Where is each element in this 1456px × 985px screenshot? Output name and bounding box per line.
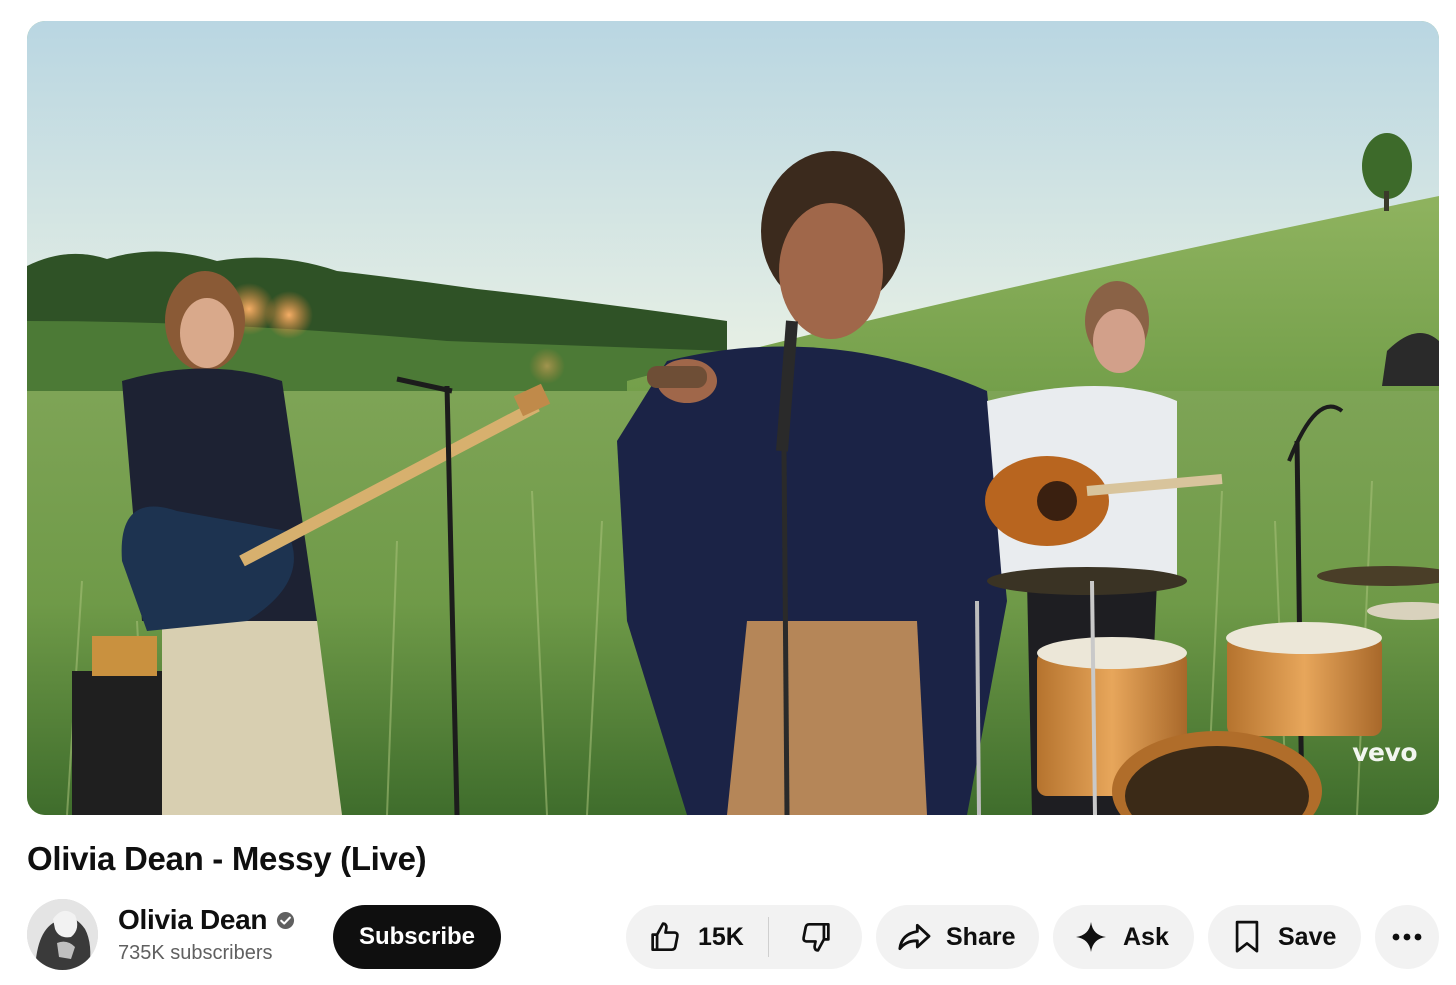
like-dislike-group: 15K bbox=[626, 905, 862, 969]
verified-badge-icon bbox=[277, 911, 295, 929]
video-frame bbox=[27, 21, 1439, 815]
sparkle-icon bbox=[1076, 922, 1106, 952]
more-horizontal-icon bbox=[1392, 933, 1422, 941]
like-button[interactable]: 15K bbox=[626, 905, 768, 969]
channel-name[interactable]: Olivia Dean bbox=[118, 904, 268, 936]
save-label: Save bbox=[1278, 922, 1337, 951]
like-count: 15K bbox=[698, 922, 744, 951]
save-button[interactable]: Save bbox=[1208, 905, 1361, 969]
bookmark-icon bbox=[1235, 920, 1259, 953]
ask-label: Ask bbox=[1123, 922, 1169, 951]
more-actions-button[interactable] bbox=[1375, 905, 1439, 969]
subscriber-count: 735K subscribers bbox=[118, 942, 273, 964]
vevo-watermark: vevo bbox=[1352, 738, 1417, 767]
video-player[interactable]: vevo bbox=[27, 21, 1439, 815]
avatar-icon bbox=[27, 899, 98, 970]
share-arrow-icon bbox=[898, 923, 931, 951]
video-title: Olivia Dean - Messy (Live) bbox=[27, 840, 427, 877]
channel-avatar[interactable] bbox=[27, 899, 98, 970]
thumbs-up-icon bbox=[651, 922, 679, 952]
subscribe-button[interactable]: Subscribe bbox=[333, 905, 501, 969]
share-label: Share bbox=[946, 922, 1016, 951]
thumbs-down-icon bbox=[801, 922, 830, 952]
channel-info: Olivia Dean 735K subscribers bbox=[118, 904, 295, 965]
dislike-button[interactable] bbox=[769, 905, 862, 969]
share-button[interactable]: Share bbox=[876, 905, 1039, 969]
ask-button[interactable]: Ask bbox=[1053, 905, 1194, 969]
